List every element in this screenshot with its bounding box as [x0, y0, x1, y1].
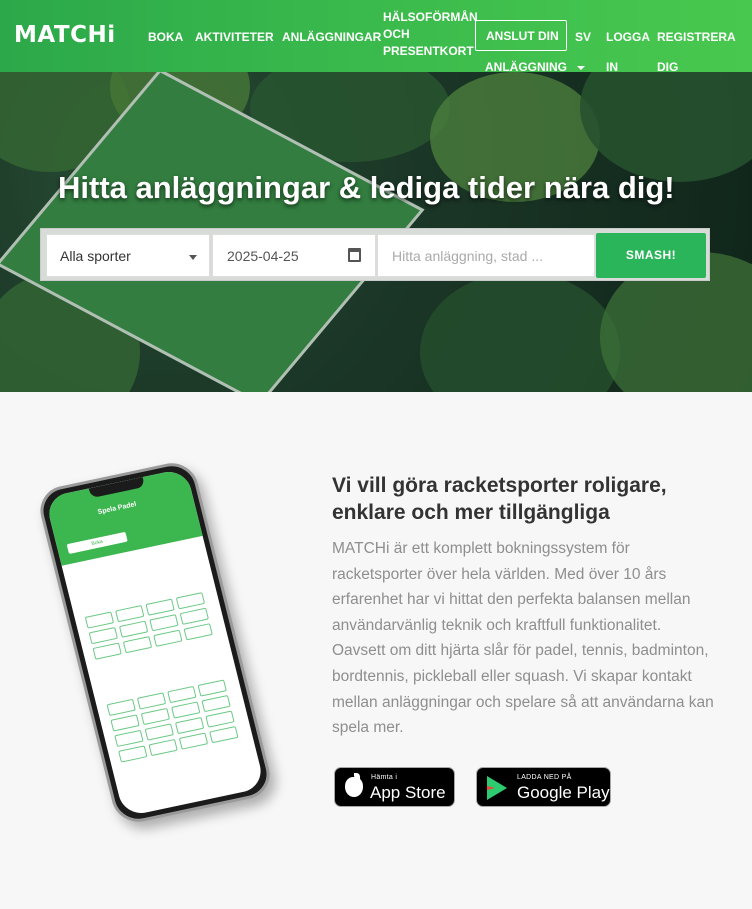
- phone-mockup: Spela Padel Boka: [34, 450, 276, 850]
- time-slot: [209, 726, 239, 744]
- time-slot: [167, 685, 197, 704]
- google-play-badge[interactable]: LADDA NED PÅ Google Play: [476, 767, 611, 807]
- slot-grid: [84, 592, 213, 660]
- google-play-icon: [487, 776, 507, 800]
- phone-frame: Spela Padel Boka: [34, 458, 276, 827]
- time-slot: [122, 636, 153, 654]
- search-input[interactable]: Hitta anläggning, stad ...: [377, 234, 595, 277]
- nav-halsoforman[interactable]: HÄLSOFÖRMÅN OCH PRESENTKORT: [383, 9, 478, 60]
- time-slot: [179, 607, 209, 625]
- apple-icon: [345, 777, 363, 797]
- time-slot: [174, 716, 205, 735]
- smash-search-button[interactable]: SMASH!: [596, 233, 706, 278]
- sport-select-value: Alla sporter: [60, 248, 131, 264]
- time-slot: [118, 620, 149, 638]
- google-play-small-text: LADDA NED PÅ: [517, 774, 572, 781]
- google-play-big-text: Google Play: [517, 783, 610, 802]
- time-slot: [144, 723, 174, 741]
- app-store-badge[interactable]: Hämta i App Store: [334, 767, 455, 807]
- time-slot: [201, 694, 231, 713]
- matchi-logo[interactable]: MATCHi: [14, 22, 116, 48]
- language-selector[interactable]: SV: [575, 29, 591, 46]
- top-navbar: MATCHi BOKA AKTIVITETER ANLÄGGNINGAR HÄL…: [0, 0, 752, 74]
- calendar-icon: [348, 248, 361, 262]
- date-picker[interactable]: 2025-04-25: [212, 234, 376, 277]
- time-slot: [197, 679, 227, 697]
- login-link[interactable]: LOGGA: [606, 29, 650, 46]
- search-bar: Alla sporter 2025-04-25 Hitta anläggning…: [40, 228, 710, 281]
- time-slot: [115, 605, 145, 623]
- app-store-big-text: App Store: [370, 783, 446, 802]
- nav-aktiviteter[interactable]: AKTIVITETER: [195, 29, 274, 46]
- time-slot: [178, 732, 209, 750]
- time-slot: [205, 710, 235, 728]
- chevron-down-icon[interactable]: [577, 66, 585, 70]
- time-slot: [118, 745, 148, 763]
- app-store-small-text: Hämta i: [371, 774, 398, 781]
- slot-grid: [106, 679, 239, 763]
- time-slot: [88, 626, 118, 645]
- register-link[interactable]: REGISTRERA: [657, 29, 736, 46]
- time-slot: [175, 592, 206, 610]
- time-slot: [153, 629, 183, 647]
- time-slot: [140, 707, 171, 726]
- connect-facility-button[interactable]: ANSLUT DIN: [475, 20, 567, 51]
- phone-screen: Spela Padel Boka: [44, 467, 266, 818]
- time-slot: [114, 729, 144, 748]
- content-headline: Vi vill göra racketsporter roligare, enk…: [332, 474, 667, 524]
- time-slot: [84, 611, 115, 629]
- time-slot: [183, 623, 213, 641]
- hero-banner: Hitta anläggningar & lediga tider nära d…: [0, 72, 752, 392]
- time-slot: [136, 692, 167, 710]
- nav-anlaggningar[interactable]: ANLÄGGNINGAR: [282, 29, 381, 46]
- sport-select[interactable]: Alla sporter: [46, 234, 210, 277]
- content-description: MATCHi är ett komplett bokningssystem fö…: [332, 540, 714, 737]
- apple-leaf-icon: [354, 773, 360, 779]
- time-slot: [92, 642, 122, 660]
- time-slot: [145, 598, 175, 616]
- time-slot: [171, 701, 201, 719]
- time-slot: [148, 738, 178, 757]
- time-slot: [106, 698, 136, 717]
- time-slot: [149, 614, 179, 632]
- time-slot: [110, 714, 140, 732]
- date-value: 2025-04-25: [227, 248, 299, 264]
- chevron-down-icon: [189, 255, 197, 260]
- hero-title: Hitta anläggningar & lediga tider nära d…: [58, 170, 675, 205]
- nav-boka[interactable]: BOKA: [148, 29, 183, 46]
